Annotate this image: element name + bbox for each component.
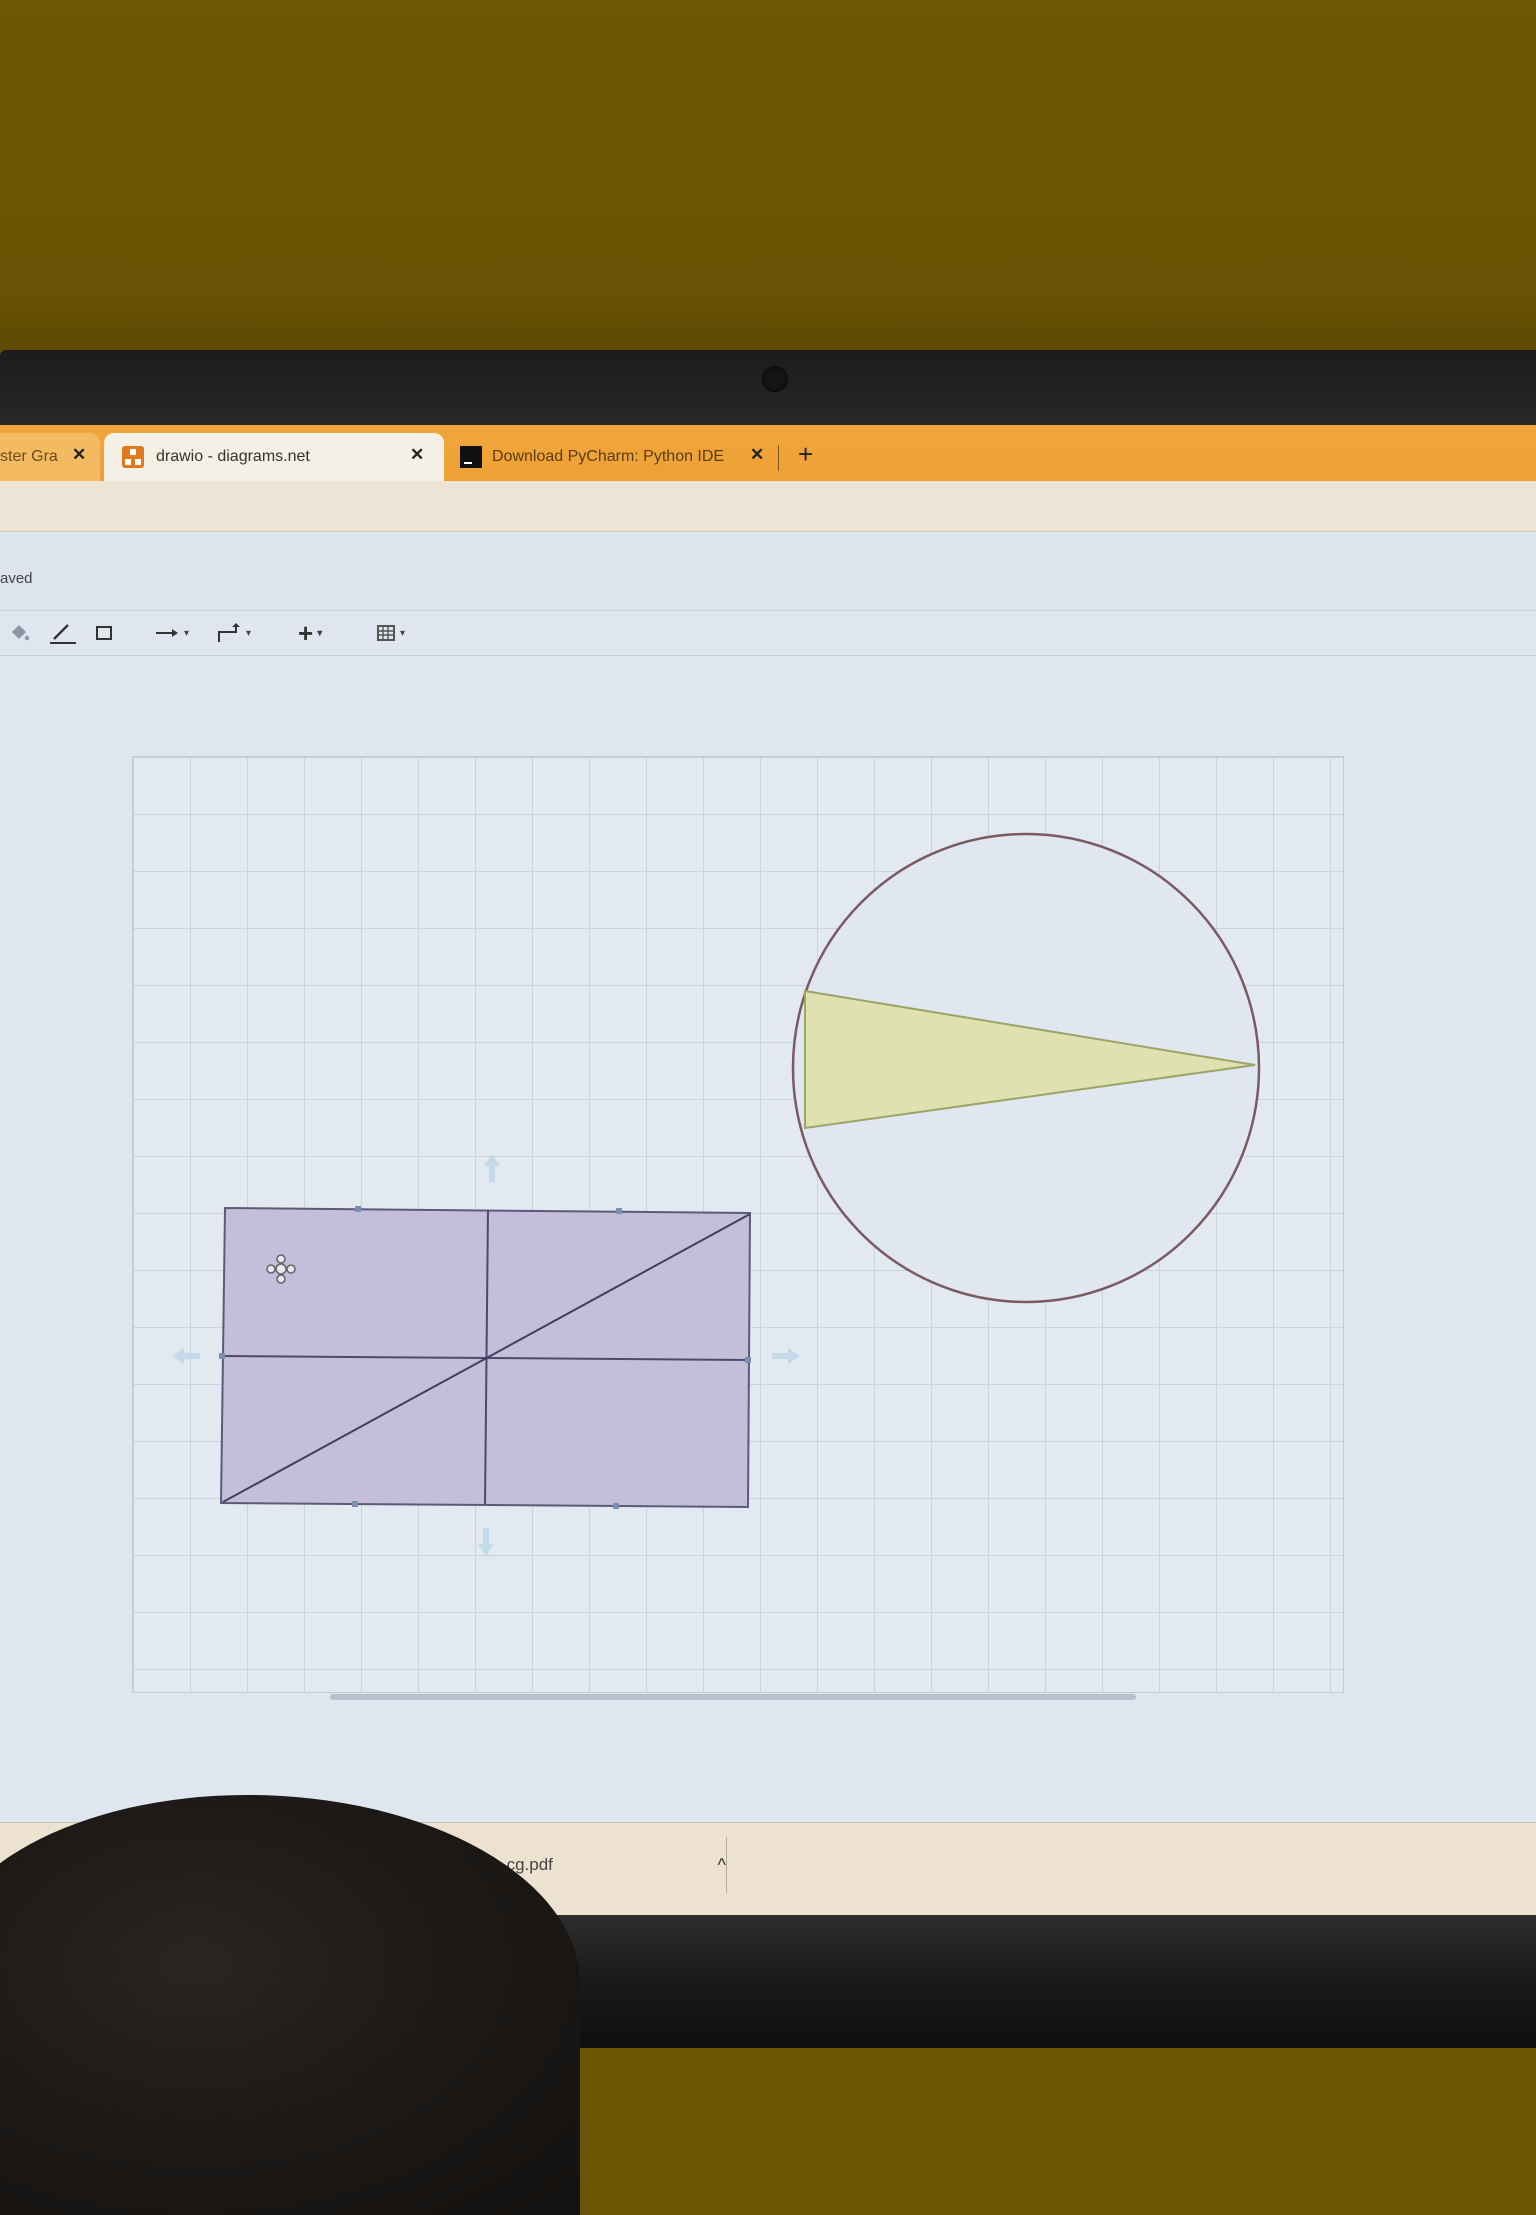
fill-color-button[interactable]	[8, 621, 30, 645]
tab-pycharm[interactable]: Download PyCharm: Python IDE ✕	[450, 433, 780, 481]
monitor-screen: ster Gra ✕ drawio - diagrams.net ✕ Downl…	[0, 425, 1536, 1920]
chevron-down-icon: ▾	[184, 627, 190, 639]
shape-icon	[96, 626, 112, 640]
line-color-button[interactable]	[48, 621, 78, 645]
menu-bar: aved	[0, 532, 1536, 611]
chevron-down-icon: ▾	[317, 627, 323, 639]
line-color-icon	[50, 624, 76, 644]
plus-icon: +	[298, 617, 314, 648]
chevron-up-icon[interactable]: ^	[718, 1855, 726, 1876]
connection-arrow-icon	[156, 629, 178, 637]
insert-button[interactable]: + ▾	[298, 618, 323, 648]
format-toolbar: ▾ ▾ + ▾ ▾	[0, 611, 1536, 656]
horizontal-scrollbar[interactable]	[330, 1694, 1136, 1700]
chevron-down-icon: ▾	[246, 627, 252, 639]
browser-tab-bar: ster Gra ✕ drawio - diagrams.net ✕ Downl…	[0, 425, 1536, 481]
chevron-down-icon: ▾	[400, 627, 406, 639]
viewer-head-silhouette	[0, 1795, 580, 2215]
table-button[interactable]: ▾	[376, 621, 405, 645]
waypoints-button[interactable]: ▾	[216, 621, 251, 645]
close-icon[interactable]: ✕	[410, 445, 424, 465]
drawio-icon	[122, 446, 144, 468]
tab-label: Download PyCharm: Python IDE	[492, 448, 725, 465]
diagram-canvas[interactable]	[0, 656, 1536, 1822]
tab-previous[interactable]: ster Gra ✕	[0, 433, 100, 481]
new-tab-button[interactable]: +	[798, 439, 813, 470]
waypoint-icon	[218, 623, 240, 642]
table-icon	[377, 625, 395, 641]
tab-label: drawio - diagrams.net	[156, 448, 310, 465]
browser-toolbar	[0, 481, 1536, 532]
download-separator	[726, 1837, 727, 1893]
close-icon[interactable]: ✕	[72, 445, 86, 465]
pycharm-icon	[460, 446, 482, 468]
fill-color-icon	[12, 625, 30, 641]
background-wall	[0, 0, 1536, 365]
save-status: aved	[0, 570, 33, 587]
tab-separator	[778, 445, 779, 471]
connection-button[interactable]: ▾	[154, 621, 189, 645]
shape-button[interactable]	[94, 621, 114, 645]
close-icon[interactable]: ✕	[750, 445, 764, 465]
diagram-shapes	[172, 832, 1261, 1556]
tab-drawio[interactable]: drawio - diagrams.net ✕	[104, 433, 444, 481]
drawio-app: aved ▾ ▾ + ▾ ▾	[0, 532, 1536, 1822]
webcam	[762, 366, 788, 392]
tab-label: ster Gra	[0, 448, 58, 465]
